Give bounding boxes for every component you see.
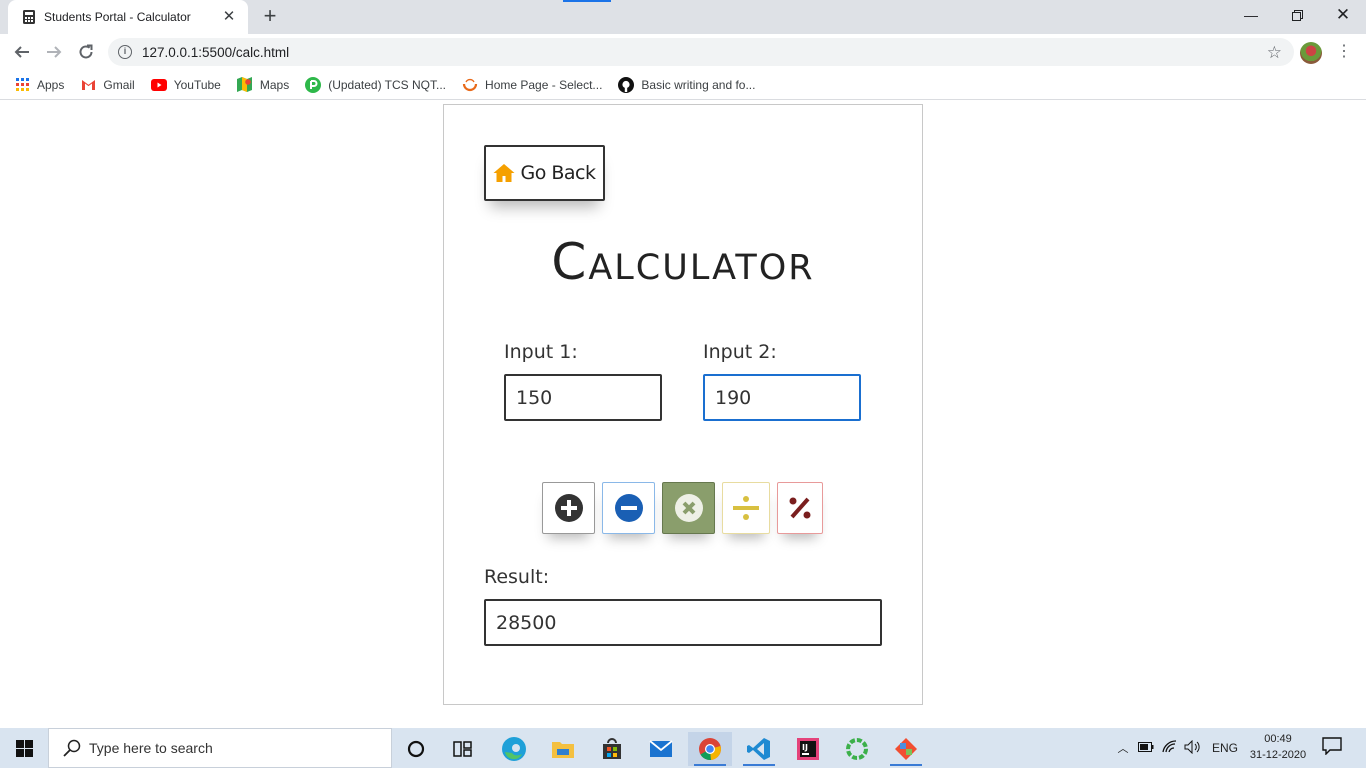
bookmark-label: Gmail: [103, 77, 135, 92]
minimize-icon[interactable]: —: [1228, 0, 1274, 30]
tcs-icon: [305, 76, 322, 93]
git-kraken-icon[interactable]: [884, 732, 928, 766]
profile-avatar[interactable]: [1300, 42, 1322, 64]
browser-menu-icon[interactable]: ⋮: [1336, 42, 1352, 64]
back-arrow-icon[interactable]: [8, 38, 36, 66]
vscode-icon[interactable]: [737, 732, 781, 766]
taskbar-search-box[interactable]: Type here to search: [48, 728, 392, 768]
cortana-icon[interactable]: [394, 732, 438, 766]
modulo-button[interactable]: [777, 482, 823, 534]
active-app-indicator: [890, 764, 922, 766]
apps-grid-icon: [14, 77, 30, 93]
bookmark-maps[interactable]: Maps: [237, 77, 289, 93]
result-field: 28500: [484, 599, 882, 646]
bookmark-label: Apps: [37, 77, 65, 92]
maps-icon: [237, 77, 253, 93]
restore-icon[interactable]: [1274, 0, 1320, 30]
bookmark-star-icon[interactable]: ☆: [1267, 43, 1282, 63]
calculator-card: Go Back Calculator Input 1: Input 2:: [443, 104, 923, 705]
page-viewport: Go Back Calculator Input 1: Input 2:: [0, 101, 1366, 728]
url-text: 127.0.0.1:5500/calc.html: [142, 44, 290, 60]
operation-buttons: [542, 482, 830, 534]
search-placeholder: Type here to search: [89, 740, 213, 756]
input2-field[interactable]: [703, 374, 861, 421]
bookmark-label: Maps: [259, 77, 290, 92]
clock-date: 31-12-2020: [1249, 749, 1307, 761]
chrome-taskbar-icon[interactable]: [688, 732, 732, 766]
windows-start-icon[interactable]: [0, 728, 48, 768]
add-button[interactable]: [542, 482, 595, 534]
times-circle-icon: [674, 494, 703, 522]
tab-loading-indicator: [563, 0, 611, 2]
input1-label: Input 1:: [504, 341, 578, 363]
go-back-label: Go Back: [520, 162, 596, 184]
close-window-icon[interactable]: ✕: [1320, 0, 1366, 30]
bookmark-label: (Updated) TCS NQT...: [328, 77, 447, 92]
system-tray: ︿ ENG: [1114, 728, 1238, 768]
notification-icon[interactable]: [1322, 737, 1344, 757]
input1-field[interactable]: [504, 374, 662, 421]
edge-browser-icon[interactable]: [492, 732, 536, 766]
task-view-icon[interactable]: [441, 732, 485, 766]
bookmark-apps[interactable]: Apps: [14, 77, 64, 93]
bookmark-label: Basic writing and fo...: [641, 77, 756, 92]
multiply-button[interactable]: [662, 482, 715, 534]
bookmark-gmail[interactable]: Gmail: [80, 77, 135, 93]
home-icon: [493, 164, 515, 182]
percent-icon: [789, 497, 811, 519]
volume-icon[interactable]: [1184, 739, 1202, 757]
intellij-icon[interactable]: IJ: [786, 732, 830, 766]
bookmarks-bar: Apps Gmail YouTube Maps (Updated) TCS NQ…: [0, 70, 1366, 100]
search-icon: [63, 739, 81, 757]
active-app-indicator: [743, 764, 775, 766]
youtube-icon: [150, 77, 167, 93]
go-back-button[interactable]: Go Back: [484, 145, 605, 201]
language-indicator[interactable]: ENG: [1212, 741, 1238, 755]
subtract-button[interactable]: [602, 482, 655, 534]
microsoft-store-icon[interactable]: [590, 732, 634, 766]
battery-icon[interactable]: [1138, 741, 1154, 755]
address-bar[interactable]: i 127.0.0.1:5500/calc.html ☆: [108, 38, 1294, 66]
site-info-icon[interactable]: i: [118, 45, 132, 59]
forward-arrow-icon[interactable]: [40, 38, 68, 66]
divide-icon: [733, 496, 759, 520]
bookmark-youtube[interactable]: YouTube: [150, 77, 221, 93]
wifi-icon[interactable]: [1162, 739, 1178, 757]
file-explorer-icon[interactable]: [541, 732, 585, 766]
result-label: Result:: [484, 566, 550, 588]
browser-tab-strip: Students Portal - Calculator ✕ + — ✕: [0, 0, 1366, 34]
browser-toolbar: i 127.0.0.1:5500/calc.html ☆ ⋮: [0, 34, 1366, 70]
input2-label: Input 2:: [703, 341, 777, 363]
divide-button[interactable]: [722, 482, 770, 534]
svg-text:IJ: IJ: [802, 743, 808, 752]
result-value: 28500: [496, 611, 557, 634]
calculator-favicon-icon: [23, 10, 35, 24]
bookmark-tcs[interactable]: (Updated) TCS NQT...: [305, 76, 447, 93]
bookmark-label: YouTube: [173, 77, 221, 92]
bookmark-home-page[interactable]: Home Page - Select...: [462, 77, 602, 93]
active-app-indicator: [694, 764, 726, 766]
clock-time: 00:49: [1264, 733, 1292, 745]
new-tab-icon[interactable]: +: [259, 5, 281, 28]
bookmark-label: Home Page - Select...: [485, 77, 603, 92]
github-icon: [618, 76, 635, 93]
app-ring-icon[interactable]: [835, 732, 879, 766]
taskbar-clock[interactable]: 00:49 31-12-2020: [1244, 731, 1312, 763]
bookmark-github[interactable]: Basic writing and fo...: [618, 76, 756, 93]
tab-title: Students Portal - Calculator: [44, 10, 191, 24]
page-title: Calculator: [551, 233, 815, 291]
gmail-icon: [80, 77, 96, 93]
browser-tab-active[interactable]: Students Portal - Calculator ✕: [8, 0, 248, 34]
plus-circle-icon: [554, 494, 583, 522]
chevron-up-icon[interactable]: ︿: [1114, 740, 1132, 756]
minus-circle-icon: [614, 494, 643, 522]
mail-icon[interactable]: [639, 732, 683, 766]
reload-icon[interactable]: [72, 38, 100, 66]
home-page-icon: [462, 77, 478, 93]
tab-close-icon[interactable]: ✕: [220, 9, 238, 25]
windows-taskbar: Type here to search IJ ︿ ENG 00:49 31-12…: [0, 728, 1366, 768]
